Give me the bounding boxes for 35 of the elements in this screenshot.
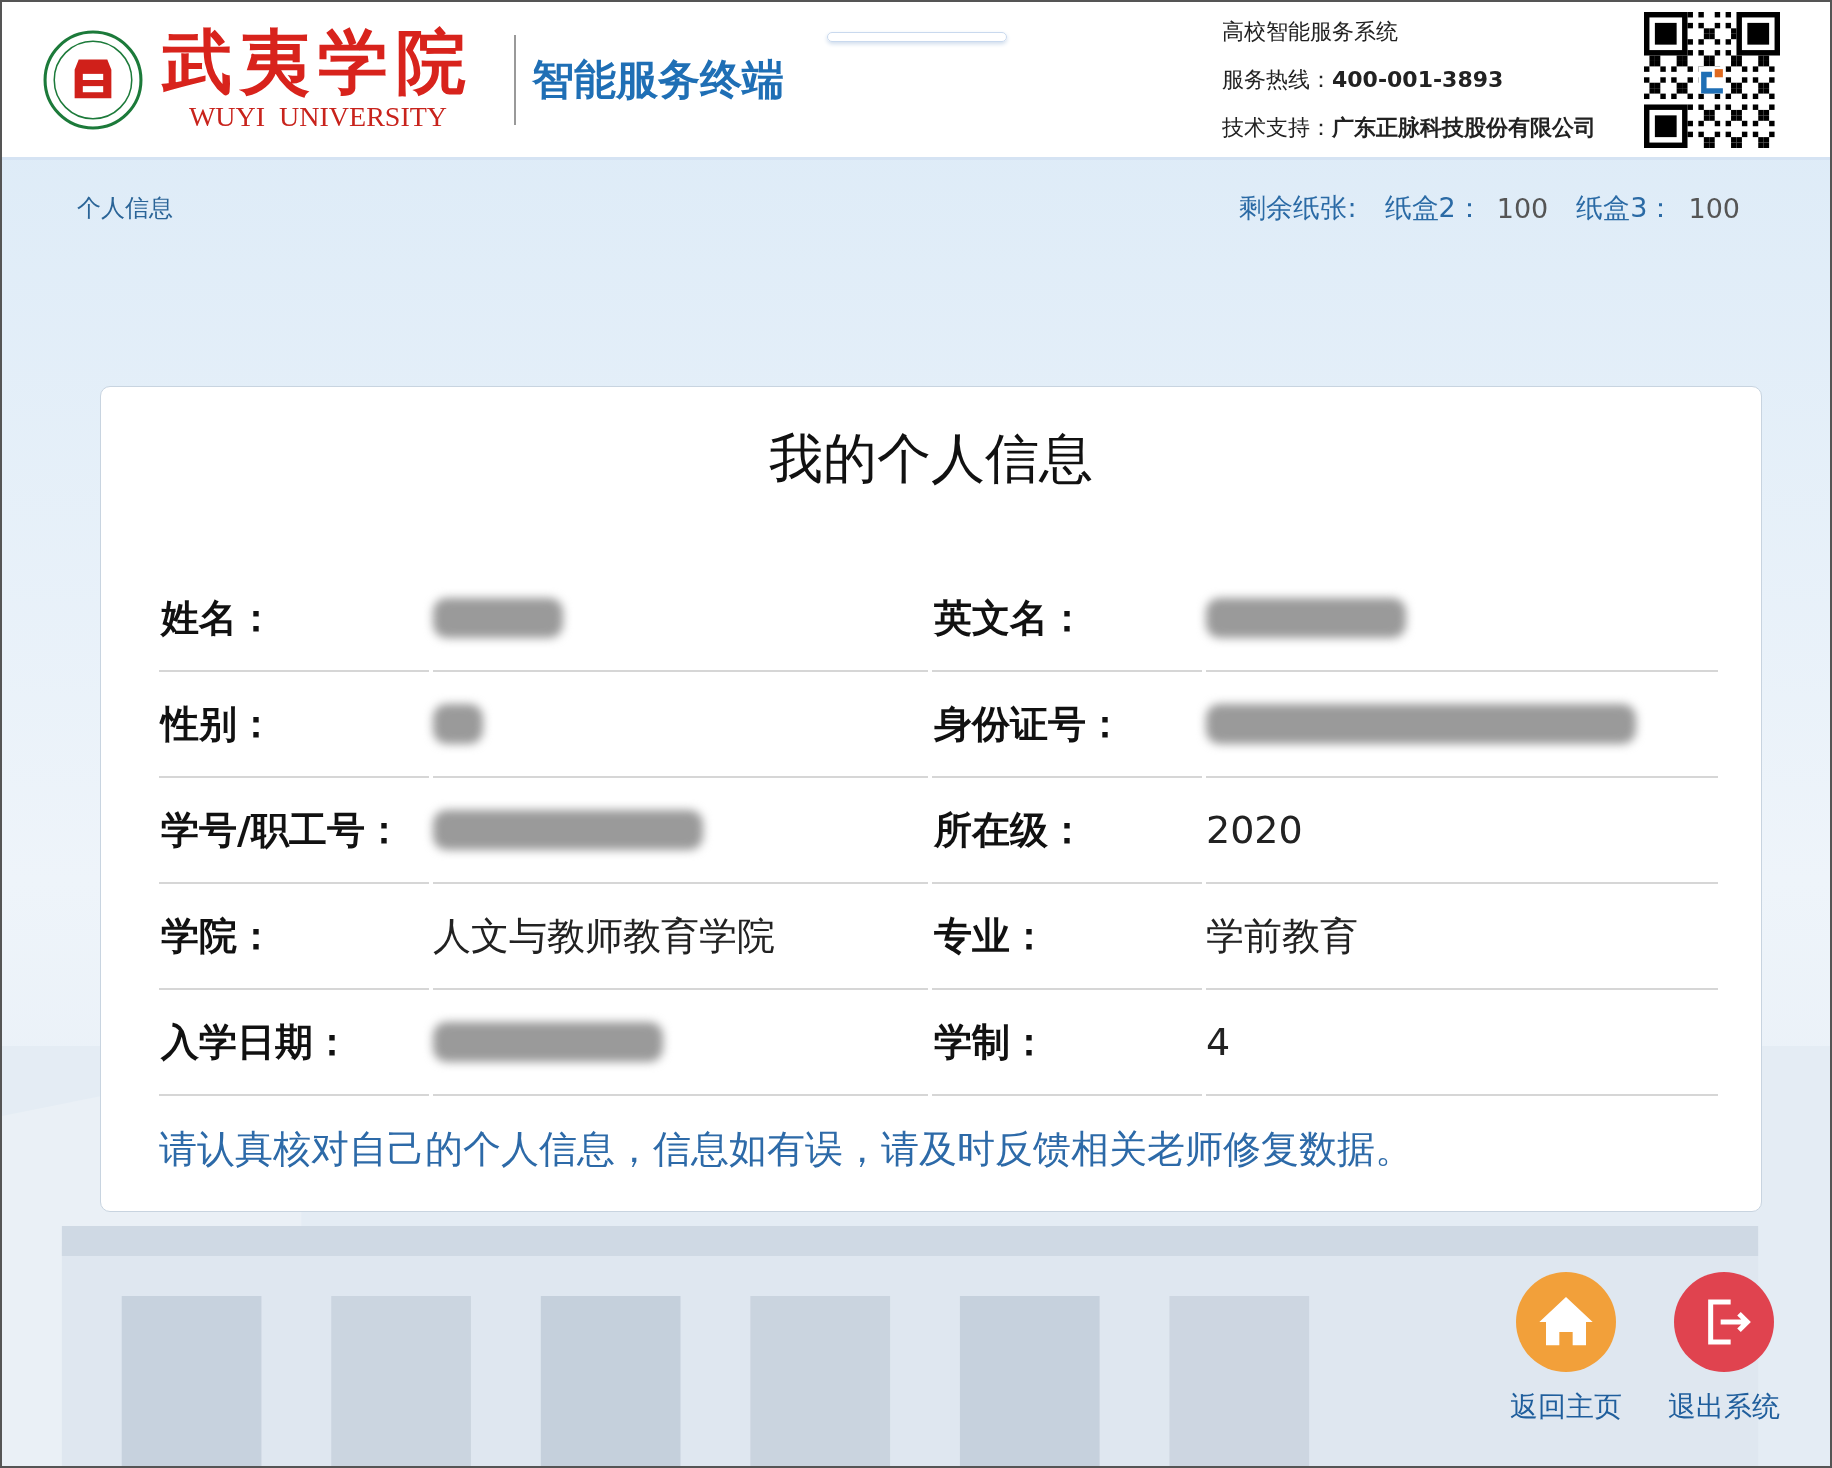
breadcrumb: 个人信息 [77,193,173,224]
tray-count: 100 [1688,192,1740,224]
app-title: 智能服务终端 [532,53,784,106]
school-name-english: WUYI UNIVERSITY [188,100,448,133]
home-icon [1516,1272,1616,1372]
exit-button[interactable]: 退出系统 [1668,1272,1780,1426]
field-label: 英文名： [932,566,1202,672]
tray-label: 纸盒3： [1576,191,1675,225]
field-value: 4 [1206,1020,1231,1064]
exit-icon [1674,1272,1774,1372]
field-label: 姓名： [159,566,429,672]
seal-icon [42,28,144,131]
tray-count: 100 [1496,192,1549,224]
field-label: 专业： [932,884,1202,990]
field-label: 学院： [159,884,429,990]
tray-label: 纸盒2： [1384,191,1483,225]
qr-code-icon [1644,11,1780,148]
info-line: 技术支持：广东正脉科技股份有限公司 [1222,113,1596,142]
notice-text: 请认真核对自己的个人信息，信息如有误，请及时反馈相关老师修复数据。 [159,1126,1414,1173]
field-label: 学制： [932,990,1202,1096]
paper-label: 剩余纸张: [1239,191,1357,225]
field-label: 性别： [159,672,429,778]
field-value: 2020 [1206,808,1303,852]
blurred-value [433,704,483,744]
school-name: 武夷学院 [162,26,474,97]
field-label: 入学日期： [159,990,429,1096]
field-value: 人文与教师教育学院 [433,912,775,960]
field-label: 身份证号： [932,672,1202,778]
field-label: 所在级： [932,778,1202,884]
info-line: 服务热线：400-001-3893 [1222,65,1505,94]
field-label: 学号/职工号： [159,778,429,884]
info-line: 高校智能服务系统 [1222,17,1399,46]
home-button[interactable]: 返回主页 [1510,1272,1622,1426]
field-value: 学前教育 [1206,912,1358,960]
card-title: 我的个人信息 [768,426,1094,492]
